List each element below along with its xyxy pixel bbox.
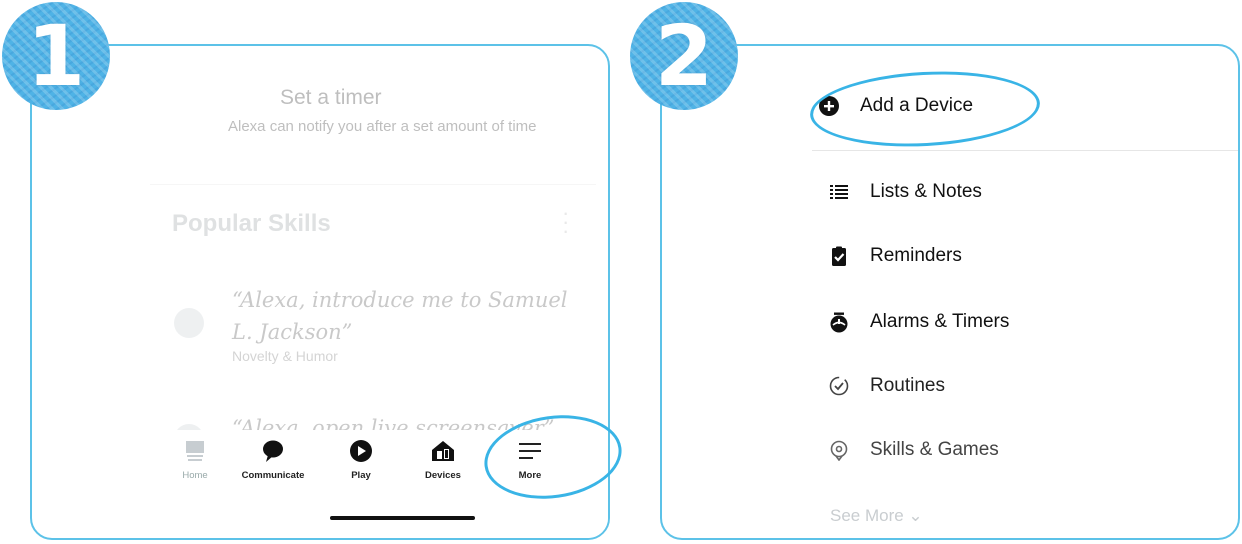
menu-label: Lists & Notes bbox=[870, 181, 982, 202]
skill-icon bbox=[174, 308, 204, 338]
home-indicator[interactable] bbox=[330, 516, 475, 520]
menu-label: Skills & Games bbox=[870, 439, 999, 460]
routines-check-icon bbox=[828, 375, 850, 397]
list-icon bbox=[828, 181, 850, 203]
menu-label: Alarms & Timers bbox=[870, 311, 1010, 332]
nav-label: Communicate bbox=[241, 470, 305, 481]
nav-label: Play bbox=[351, 470, 371, 481]
menu-label: Reminders bbox=[870, 245, 962, 266]
play-icon bbox=[350, 440, 372, 462]
divider bbox=[150, 184, 596, 185]
devices-icon bbox=[432, 441, 454, 461]
nav-home[interactable]: Home bbox=[150, 438, 240, 481]
see-more-link[interactable]: See More ⌄ bbox=[830, 506, 923, 526]
skills-pin-icon bbox=[828, 439, 850, 461]
menu-lists-notes[interactable]: Lists & Notes bbox=[828, 172, 982, 212]
menu-alarms-timers[interactable]: Alarms & Timers bbox=[828, 302, 1009, 342]
nav-communicate[interactable]: Communicate bbox=[228, 438, 318, 481]
menu-routines[interactable]: Routines bbox=[828, 366, 945, 406]
chat-bubble-icon bbox=[263, 440, 283, 462]
alarm-clock-icon bbox=[828, 311, 850, 333]
menu-skills-games[interactable]: Skills & Games bbox=[828, 430, 999, 470]
home-icon bbox=[186, 441, 204, 461]
nav-devices[interactable]: Devices bbox=[398, 438, 488, 481]
nav-label: Home bbox=[182, 470, 208, 481]
nav-play[interactable]: Play bbox=[316, 438, 406, 481]
step-2-badge: 2 bbox=[630, 2, 738, 110]
step-1-badge: 1 bbox=[2, 2, 110, 110]
menu-label: Routines bbox=[870, 375, 945, 396]
kebab-menu-icon[interactable]: · · · bbox=[562, 202, 569, 242]
timer-title: Set a timer bbox=[280, 86, 382, 109]
menu-reminders[interactable]: Reminders bbox=[828, 236, 962, 276]
skill-category: Novelty & Humor bbox=[232, 348, 338, 364]
popular-skills-title: Popular Skills bbox=[172, 210, 331, 237]
divider bbox=[812, 150, 1238, 151]
clipboard-check-icon bbox=[828, 245, 850, 267]
timer-description: Alexa can notify you after a set amount … bbox=[228, 118, 537, 135]
nav-label: Devices bbox=[425, 470, 461, 481]
skill-quote[interactable]: “Alexa, introduce me to Samuel L. Jackso… bbox=[232, 284, 592, 348]
